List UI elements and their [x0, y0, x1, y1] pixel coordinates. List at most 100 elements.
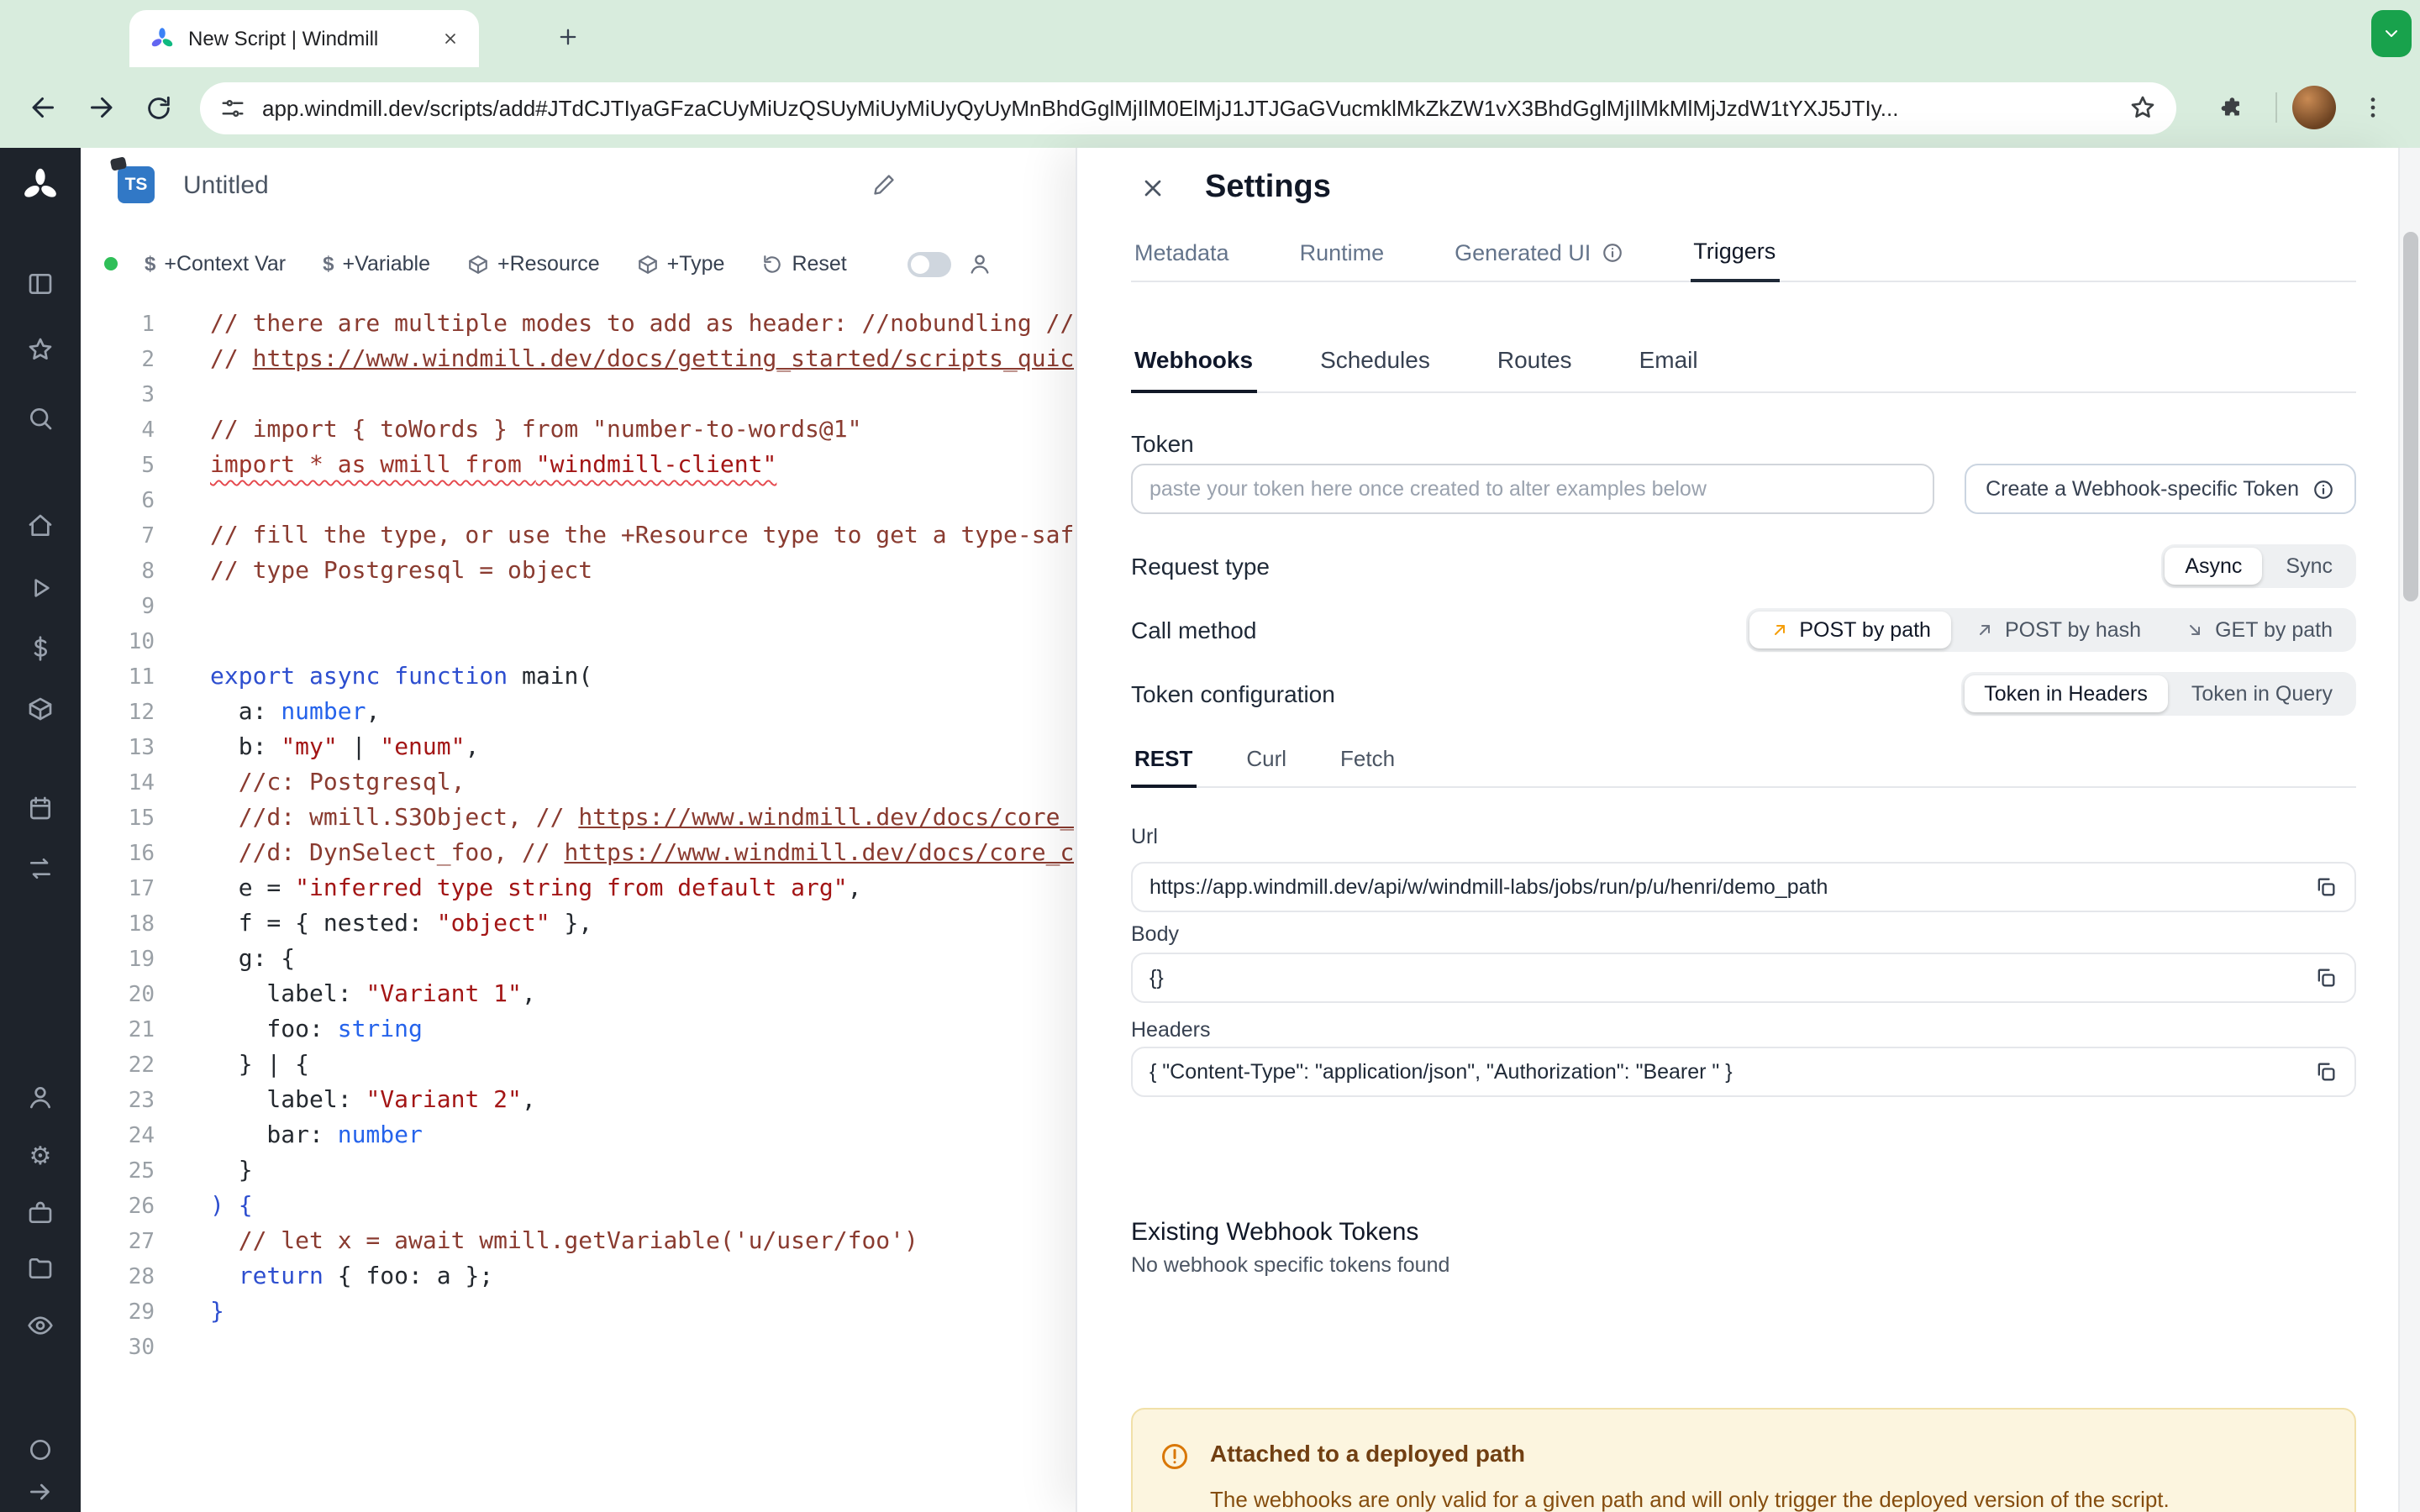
tab-webhooks[interactable]: Webhooks — [1131, 343, 1257, 393]
extensions-icon[interactable] — [2217, 93, 2245, 122]
code-line: // type Postgresql = object — [210, 558, 593, 585]
line-number: 2 — [141, 348, 155, 373]
copy-icon[interactable] — [2314, 966, 2338, 990]
line-number: 14 — [128, 771, 155, 796]
create-webhook-token-button[interactable]: Create a Webhook-specific Token — [1964, 464, 2356, 514]
bookmark-star-icon[interactable] — [2129, 94, 2156, 121]
code-line: // fill the type, or use the +Resource t… — [210, 522, 1075, 549]
tab-rest[interactable]: REST — [1131, 743, 1197, 788]
forward-button[interactable] — [77, 84, 124, 131]
profile-avatar[interactable] — [2292, 86, 2336, 129]
code-line: label: "Variant 2", — [210, 1087, 536, 1114]
variables-dollar-icon[interactable] — [27, 635, 54, 662]
call-method-get-by-path[interactable]: GET by path — [2165, 612, 2353, 648]
copy-icon[interactable] — [2314, 1060, 2338, 1084]
home-icon[interactable] — [27, 512, 54, 539]
request-type-async[interactable]: Async — [2165, 548, 2263, 585]
runs-play-icon[interactable] — [27, 575, 54, 601]
new-tab-button[interactable] — [546, 15, 590, 59]
line-number: 16 — [128, 842, 155, 867]
folder-icon[interactable] — [27, 1255, 54, 1282]
eye-icon[interactable] — [27, 1312, 54, 1339]
dollar-icon: $ — [145, 252, 156, 276]
tab-schedules[interactable]: Schedules — [1317, 343, 1434, 393]
assistant-toggle[interactable] — [907, 251, 951, 276]
token-input[interactable] — [1131, 464, 1934, 514]
token-in-query[interactable]: Token in Query — [2171, 675, 2353, 712]
tab-generated-ui[interactable]: Generated UI — [1451, 232, 1626, 282]
reset-button[interactable]: Reset — [761, 252, 847, 276]
star-icon[interactable] — [27, 336, 54, 363]
code-lines: // there are multiple modes to add as he… — [155, 307, 1074, 1512]
reload-button[interactable] — [134, 84, 182, 131]
resources-cube-icon[interactable] — [27, 696, 54, 722]
copy-icon[interactable] — [2314, 875, 2338, 899]
code-line: b: "my" | "enum", — [210, 734, 480, 761]
line-number: 24 — [128, 1124, 155, 1149]
windmill-logo-icon[interactable] — [20, 166, 60, 207]
code-line: // https://www.windmill.dev/docs/getting… — [210, 346, 1075, 373]
line-number: 20 — [128, 983, 155, 1008]
workspace-briefcase-icon[interactable] — [27, 1200, 54, 1226]
call-method-post-by-path[interactable]: POST by path — [1749, 612, 1951, 648]
browser-tab[interactable]: New Script | Windmill — [129, 10, 479, 67]
status-circle-icon[interactable] — [27, 1436, 54, 1463]
browser-chrome: New Script | Windmill app.windmill.dev/s… — [0, 0, 2420, 148]
token-in-headers[interactable]: Token in Headers — [1964, 675, 2168, 712]
line-number: 19 — [128, 948, 155, 973]
request-type-sync[interactable]: Sync — [2265, 548, 2353, 585]
line-number: 17 — [128, 877, 155, 902]
call-method-label: Call method — [1131, 617, 1257, 643]
token-configuration-toggle: Token in Headers Token in Query — [1960, 672, 2356, 716]
call-method-post-by-hash[interactable]: POST by hash — [1954, 612, 2161, 648]
tab-fetch[interactable]: Fetch — [1337, 743, 1398, 788]
user-mode-icon[interactable] — [968, 252, 992, 276]
request-type-row: Request type Async Sync — [1131, 541, 2356, 591]
address-bar[interactable]: app.windmill.dev/scripts/add#JTdCJTIyaGF… — [200, 81, 2176, 134]
tab-runtime[interactable]: Runtime — [1297, 232, 1388, 282]
tab-email[interactable]: Email — [1636, 343, 1702, 393]
edit-pencil-icon[interactable] — [872, 173, 896, 197]
line-number: 11 — [128, 665, 155, 690]
panel-scrollbar[interactable] — [2398, 148, 2420, 1512]
user-icon[interactable] — [27, 1084, 54, 1110]
settings-tabs: Metadata Runtime Generated UI Triggers — [1131, 232, 2356, 282]
add-resource-button[interactable]: +Resource — [467, 252, 600, 276]
scrollbar-thumb[interactable] — [2403, 232, 2418, 601]
tune-icon[interactable] — [220, 95, 245, 120]
expand-arrow-icon[interactable] — [27, 1478, 54, 1505]
menu-kebab-icon[interactable] — [2360, 94, 2386, 121]
line-number: 30 — [128, 1336, 155, 1361]
add-variable-button[interactable]: $ +Variable — [323, 252, 430, 276]
tab-triggers[interactable]: Triggers — [1690, 232, 1780, 282]
tab-close-icon[interactable] — [435, 24, 466, 54]
arrow-up-right-icon — [1979, 625, 1990, 635]
schedules-calendar-icon[interactable] — [27, 795, 54, 822]
app-sidebar: ⚙ — [0, 148, 81, 1512]
add-type-button[interactable]: +Type — [637, 252, 724, 276]
search-icon[interactable] — [27, 405, 54, 432]
headers-field: { "Content-Type": "application/json", "A… — [1131, 1047, 2356, 1097]
tab-title: New Script | Windmill — [188, 27, 379, 50]
tab-routes[interactable]: Routes — [1494, 343, 1576, 393]
line-number: 27 — [128, 1230, 155, 1255]
warning-icon — [1160, 1441, 1190, 1512]
line-number: 28 — [128, 1265, 155, 1290]
back-button[interactable] — [20, 84, 67, 131]
close-icon[interactable] — [1131, 166, 1175, 210]
switch-arrows-icon[interactable] — [27, 855, 54, 882]
token-configuration-row: Token configuration Token in Headers Tok… — [1131, 669, 2356, 719]
typescript-badge: TS — [109, 156, 155, 203]
add-context-var-button[interactable]: $ +Context Var — [145, 252, 286, 276]
code-line: //c: Postgresql, — [210, 769, 466, 796]
token-row: Create a Webhook-specific Token — [1131, 464, 2356, 514]
browser-dropdown-button[interactable] — [2371, 10, 2412, 57]
code-area[interactable]: 1 2 3 4 5 6 7 8 9 10 11 12 13 14 15 16 17 18 19 20 21 22 23 24 2… — [81, 302, 1076, 1512]
tab-curl[interactable]: Curl — [1243, 743, 1290, 788]
gear-icon[interactable]: ⚙ — [29, 1142, 52, 1169]
tab-metadata[interactable]: Metadata — [1131, 232, 1233, 282]
panel-layout-icon[interactable] — [27, 270, 54, 297]
info-icon — [1602, 244, 1622, 262]
